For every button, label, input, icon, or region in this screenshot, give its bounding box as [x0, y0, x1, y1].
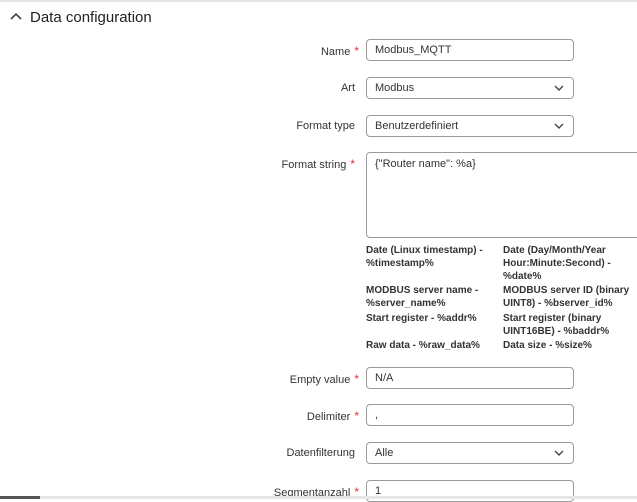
format-string-value: {"Router name": %a} — [375, 158, 476, 170]
name-value: Modbus_MQTT — [375, 44, 452, 56]
datenfilterung-label: Datenfilterung — [286, 447, 356, 459]
placeholder-hint: Data size - %size% — [503, 340, 592, 351]
placeholder-hint: Date (Linux timestamp) - %timestamp% — [366, 245, 483, 269]
empty-value-input[interactable]: N/A — [366, 367, 574, 389]
delimiter-value: , — [375, 409, 379, 421]
empty-value-label: Empty value * — [289, 372, 359, 386]
placeholder-hint: Start register - %addr% — [366, 313, 477, 324]
art-select[interactable]: Modbus — [366, 77, 574, 99]
placeholder-hint: MODBUS server name - %server_name% — [366, 285, 479, 309]
chevron-up-icon[interactable] — [8, 9, 24, 25]
format-type-select[interactable]: Benutzerdefiniert — [366, 115, 574, 137]
chevron-down-icon — [554, 123, 564, 129]
format-type-value: Benutzerdefiniert — [375, 120, 459, 132]
format-type-label: Format type — [296, 120, 355, 132]
datenfilterung-select[interactable]: Alle — [366, 442, 574, 464]
placeholder-hint: Raw data - %raw_data% — [366, 340, 480, 351]
name-input[interactable]: Modbus_MQTT — [366, 39, 574, 61]
section-header[interactable]: Data configuration — [8, 6, 152, 28]
art-value: Modbus — [375, 82, 415, 94]
art-label: Art — [340, 82, 355, 94]
placeholder-hint: Date (Day/Month/Year Hour:Minute:Second) … — [503, 245, 611, 282]
empty-value-value: N/A — [375, 372, 394, 384]
datenfilterung-value: Alle — [375, 447, 394, 459]
delimiter-input[interactable]: , — [366, 404, 574, 426]
name-label: Name * — [320, 44, 359, 58]
format-string-textarea[interactable]: {"Router name": %a} — [366, 152, 637, 238]
section-title: Data configuration — [30, 8, 152, 26]
placeholder-hint: MODBUS server ID (binary UINT8) - %bserve… — [503, 285, 630, 309]
chevron-down-icon — [554, 85, 564, 91]
placeholder-hint: Start register (binary UINT16BE) - %baddr… — [503, 313, 610, 337]
top-divider — [0, 0, 637, 2]
chevron-down-icon — [554, 450, 564, 456]
delimiter-label: Delimiter * — [306, 409, 359, 423]
format-string-label: Format string * — [281, 157, 355, 171]
